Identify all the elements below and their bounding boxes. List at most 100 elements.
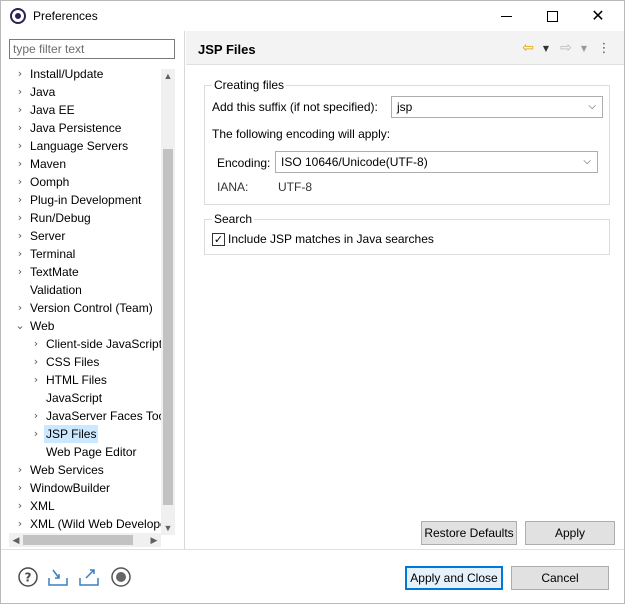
filter-input[interactable] bbox=[9, 39, 175, 59]
tree-item-label: XML (Wild Web Developer) bbox=[30, 517, 175, 531]
chevron-right-icon[interactable]: › bbox=[14, 245, 26, 263]
tree-item[interactable]: › CSS Files bbox=[1, 353, 175, 371]
chevron-right-icon[interactable]: › bbox=[14, 137, 26, 155]
title-bar: Preferences ✕ bbox=[1, 1, 624, 31]
chevron-right-icon[interactable]: › bbox=[30, 371, 42, 389]
scroll-down-icon[interactable]: ▼ bbox=[161, 521, 175, 535]
iana-value: UTF-8 bbox=[278, 180, 312, 194]
tree-item[interactable]: › Language Servers bbox=[1, 137, 175, 155]
dialog-footer: ? Apply and Close Cancel bbox=[1, 549, 624, 603]
checkmark-icon: ✓ bbox=[213, 233, 224, 246]
tree-item[interactable]: › WindowBuilder bbox=[1, 479, 175, 497]
chevron-right-icon[interactable]: › bbox=[30, 407, 42, 425]
chevron-right-icon[interactable]: › bbox=[14, 65, 26, 83]
tree-item[interactable]: › Maven bbox=[1, 155, 175, 173]
tree-item-label: Maven bbox=[30, 157, 67, 171]
tree-item[interactable]: › Web Services bbox=[1, 461, 175, 479]
tree-item-label: Install/Update bbox=[30, 67, 104, 81]
vertical-scroll-thumb[interactable] bbox=[163, 149, 173, 505]
chevron-right-icon[interactable]: › bbox=[30, 425, 42, 443]
iana-label: IANA: bbox=[217, 180, 249, 194]
tree-item[interactable]: › Run/Debug bbox=[1, 209, 175, 227]
tree-item[interactable]: › Server bbox=[1, 227, 175, 245]
cancel-button[interactable]: Cancel bbox=[511, 566, 609, 590]
preferences-tree: › Install/Update › Java › Java EE › Java Persis… bbox=[1, 65, 175, 535]
encoding-combo[interactable]: ISO 10646/Unicode(UTF-8) ⌵ bbox=[275, 151, 598, 173]
tree-item[interactable]: › Client-side JavaScript bbox=[1, 335, 175, 353]
tree-item[interactable]: › Install/Update bbox=[1, 65, 175, 83]
tree-item[interactable]: › JavaServer Faces Tools bbox=[1, 407, 175, 425]
chevron-right-icon[interactable]: › bbox=[30, 353, 42, 371]
chevron-right-icon[interactable]: › bbox=[14, 461, 26, 479]
chevron-right-icon[interactable]: › bbox=[14, 83, 26, 101]
restore-defaults-button[interactable]: Restore Defaults bbox=[421, 521, 517, 545]
search-title: Search bbox=[212, 212, 255, 226]
chevron-down-icon: ⌵ bbox=[583, 156, 591, 167]
tree-item[interactable]: › XML (Wild Web Developer) bbox=[1, 515, 175, 533]
chevron-right-icon[interactable]: › bbox=[14, 191, 26, 209]
chevron-right-icon[interactable]: › bbox=[30, 335, 42, 353]
record-icon[interactable] bbox=[110, 566, 132, 588]
tree-horizontal-scrollbar[interactable]: ◀ ▶ bbox=[9, 533, 161, 547]
scroll-up-icon[interactable]: ▲ bbox=[161, 69, 175, 83]
scroll-left-icon[interactable]: ◀ bbox=[9, 533, 23, 547]
export-icon[interactable] bbox=[78, 566, 100, 588]
chevron-right-icon[interactable]: › bbox=[14, 263, 26, 281]
tree-item[interactable]: › Java bbox=[1, 83, 175, 101]
chevron-down-icon[interactable]: ⌄ bbox=[14, 317, 26, 335]
tree-item[interactable]: › Version Control (Team) bbox=[1, 299, 175, 317]
minimize-button[interactable] bbox=[483, 1, 529, 31]
tree-item[interactable]: ⌄ Web bbox=[1, 317, 175, 335]
scroll-right-icon[interactable]: ▶ bbox=[147, 533, 161, 547]
tree-item[interactable]: › Java Persistence bbox=[1, 119, 175, 137]
tree-item[interactable]: › Plug-in Development bbox=[1, 191, 175, 209]
tree-item[interactable]: › HTML Files bbox=[1, 371, 175, 389]
chevron-right-icon[interactable]: › bbox=[14, 119, 26, 137]
chevron-right-icon[interactable]: › bbox=[14, 173, 26, 191]
chevron-right-icon[interactable]: › bbox=[14, 515, 26, 533]
tree-item[interactable]: › TextMate bbox=[1, 263, 175, 281]
suffix-combo[interactable]: jsp ⌵ bbox=[391, 96, 603, 118]
forward-menu-chevron-icon[interactable]: ▼ bbox=[576, 40, 592, 56]
forward-arrow-icon[interactable]: ⇨ bbox=[558, 40, 574, 56]
include-jsp-checkbox[interactable]: ✓ bbox=[212, 233, 225, 246]
tree-item-label: JavaScript bbox=[46, 391, 103, 405]
close-button[interactable]: ✕ bbox=[575, 1, 621, 31]
search-group: Search ✓ Include JSP matches in Java sea… bbox=[204, 212, 610, 255]
chevron-right-icon[interactable]: › bbox=[14, 479, 26, 497]
horizontal-scroll-thumb[interactable] bbox=[23, 535, 133, 545]
chevron-right-icon[interactable]: › bbox=[14, 155, 26, 173]
maximize-button[interactable] bbox=[529, 1, 575, 31]
back-menu-chevron-icon[interactable]: ▼ bbox=[538, 40, 554, 56]
tree-item[interactable]: JavaScript bbox=[1, 389, 175, 407]
tree-item[interactable]: › JSP Files bbox=[1, 425, 175, 443]
window-title: Preferences bbox=[33, 9, 98, 23]
chevron-right-icon[interactable]: › bbox=[14, 209, 26, 227]
tree-vertical-scrollbar[interactable]: ▲ ▼ bbox=[161, 69, 175, 535]
tree-item[interactable]: › Oomph bbox=[1, 173, 175, 191]
tree-item-label: XML bbox=[30, 499, 55, 513]
preferences-tree-pane: › Install/Update › Java › Java EE › Java Persis… bbox=[1, 31, 185, 549]
import-icon[interactable] bbox=[47, 566, 69, 588]
tree-item[interactable]: Validation bbox=[1, 281, 175, 299]
apply-and-close-button[interactable]: Apply and Close bbox=[405, 566, 503, 590]
chevron-right-icon[interactable]: › bbox=[14, 227, 26, 245]
chevron-right-icon[interactable]: › bbox=[14, 497, 26, 515]
close-icon: ✕ bbox=[591, 6, 605, 25]
page-title: JSP Files bbox=[198, 42, 256, 57]
back-arrow-icon[interactable]: ⇦ bbox=[520, 40, 536, 56]
chevron-right-icon[interactable]: › bbox=[14, 299, 26, 317]
tree-item[interactable]: › XML bbox=[1, 497, 175, 515]
page-header: JSP Files ⇦ ▼ ⇨ ▼ ⋮ bbox=[186, 31, 624, 65]
tree-item[interactable]: Web Page Editor bbox=[1, 443, 175, 461]
apply-button[interactable]: Apply bbox=[525, 521, 615, 545]
tree-item[interactable]: › Terminal bbox=[1, 245, 175, 263]
help-icon[interactable]: ? bbox=[17, 566, 39, 588]
suffix-value: jsp bbox=[397, 100, 413, 114]
encoding-note: The following encoding will apply: bbox=[212, 127, 391, 141]
more-options-icon[interactable]: ⋮ bbox=[596, 40, 612, 56]
tree-item-label: WindowBuilder bbox=[30, 481, 111, 495]
tree-item[interactable]: › Java EE bbox=[1, 101, 175, 119]
creating-files-group: Creating files Add this suffix (if not s… bbox=[204, 78, 610, 205]
chevron-right-icon[interactable]: › bbox=[14, 101, 26, 119]
